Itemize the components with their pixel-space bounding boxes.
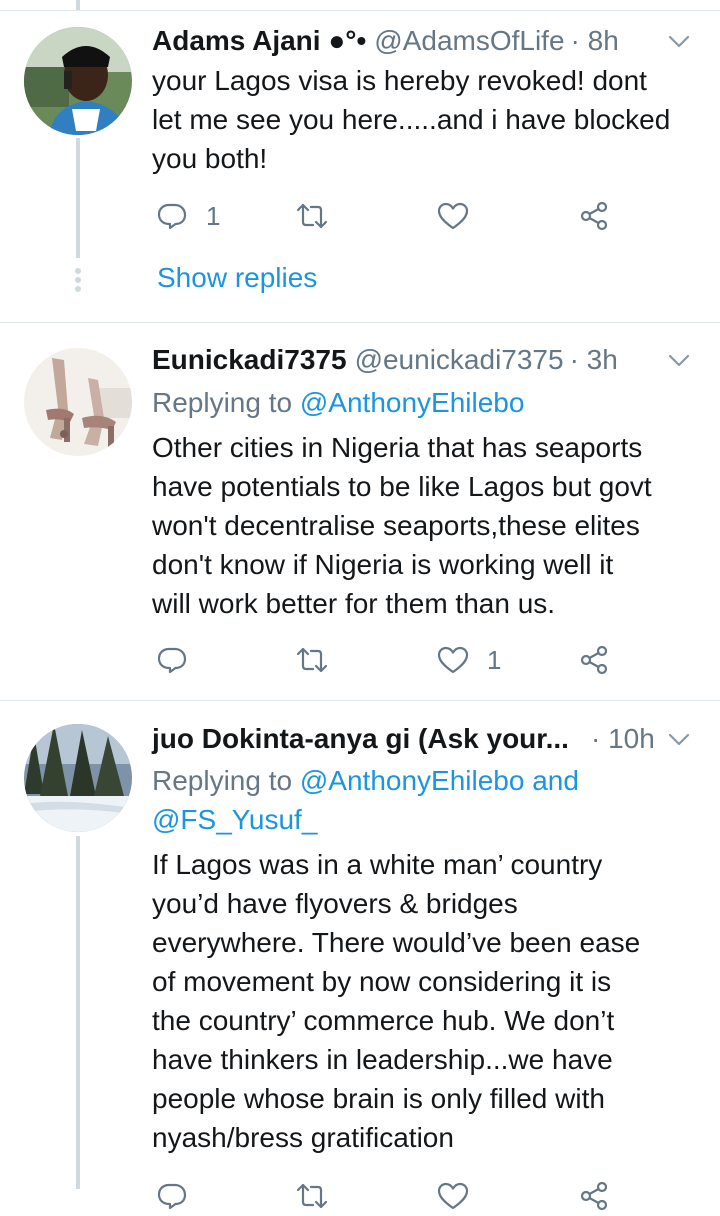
tweet-text: If Lagos was in a white man’ country you… — [152, 845, 692, 1157]
tweet-text-line: the country’ commerce hub. We don’t — [152, 1005, 615, 1036]
timestamp: · 8h — [570, 25, 619, 56]
tweet-text-line: you both! — [152, 143, 268, 174]
share-icon — [580, 1181, 608, 1211]
user-handle[interactable]: @AdamsOfLife — [374, 25, 564, 57]
tweet-actions: 1 — [152, 196, 632, 236]
like-icon — [437, 1182, 469, 1210]
reply-button[interactable] — [156, 640, 206, 680]
tweet-text-line: will work better for them than us. — [152, 588, 556, 619]
retweet-icon — [296, 647, 328, 673]
reply-icon — [157, 203, 187, 230]
reply-button[interactable] — [156, 1176, 188, 1216]
divider — [0, 322, 720, 323]
tweet-text-line: your Lagos visa is hereby revoked! dont — [152, 65, 647, 96]
tweet-text-line: people whose brain is only filled with — [152, 1083, 605, 1114]
mention-link[interactable]: @AnthonyEhilebo — [300, 387, 525, 418]
retweet-button[interactable] — [296, 640, 346, 680]
tweet-text-line: If Lagos was in a white man’ country — [152, 849, 603, 880]
thread-line — [76, 836, 80, 1189]
show-replies-link[interactable]: Show replies — [157, 262, 317, 294]
like-icon — [437, 646, 469, 674]
chevron-down-icon[interactable] — [666, 28, 692, 54]
share-icon — [580, 201, 608, 231]
like-button[interactable]: 1 — [437, 640, 501, 680]
tweet-text-line: nyash/bress gratification — [152, 1122, 454, 1153]
share-icon — [580, 645, 608, 675]
like-count: 1 — [487, 644, 502, 675]
tweet-actions — [152, 1176, 632, 1216]
timestamp: · 10h — [590, 723, 655, 754]
like-button[interactable] — [437, 1176, 469, 1216]
mention-link[interactable]: @AnthonyEhilebo and — [300, 765, 579, 796]
tweet-text-line: of movement by now considering it is — [152, 966, 612, 997]
divider — [0, 700, 720, 701]
tweet-text-line: everywhere. There would’ve been ease — [152, 927, 641, 958]
tweet-header: Eunickadi7375 @eunickadi7375 · 3h — [152, 340, 700, 380]
display-name[interactable]: Adams Ajani ●°• — [152, 25, 366, 57]
replying-to: Replying to @AnthonyEhilebo — [152, 383, 700, 422]
tweet-text: Other cities in Nigeria that has seaport… — [152, 428, 692, 623]
tweet-text-line: have potentials to be like Lagos but gov… — [152, 471, 652, 502]
share-button[interactable] — [578, 196, 610, 236]
thread-line — [76, 138, 80, 258]
tweet-text-line: don't know if Nigeria is working well it — [152, 549, 614, 580]
retweet-icon — [296, 203, 328, 229]
user-handle[interactable]: @eunickadi7375 — [355, 344, 564, 376]
display-name[interactable]: Eunickadi7375 — [152, 344, 347, 376]
reply-button[interactable]: 1 — [156, 196, 220, 236]
tweet-text-line: let me see you here.....and i have block… — [152, 104, 671, 135]
tweet-header: juo Dokinta-anya gi (Ask your... · 10h — [152, 719, 700, 759]
like-button[interactable] — [437, 196, 487, 236]
thread-line — [76, 0, 80, 10]
retweet-button[interactable] — [296, 1176, 328, 1216]
mention-link[interactable]: @FS_Yusuf_ — [152, 800, 700, 839]
retweet-icon — [296, 1183, 328, 1209]
chevron-down-icon[interactable] — [666, 726, 692, 752]
reply-icon — [157, 1183, 187, 1210]
tweet-text-line: you’d have flyovers & bridges — [152, 888, 518, 919]
like-icon — [437, 202, 469, 230]
reply-count: 1 — [206, 200, 221, 231]
avatar[interactable] — [24, 27, 132, 135]
replying-to: Replying to @AnthonyEhilebo and @FS_Yusu… — [152, 761, 700, 839]
timestamp: · 3h — [569, 344, 618, 375]
share-button[interactable] — [578, 640, 610, 680]
replying-to-prefix: Replying to — [152, 765, 293, 796]
avatar[interactable] — [24, 348, 132, 456]
tweet-text-line: won't decentralise seaports,these elites — [152, 510, 640, 541]
display-name[interactable]: juo Dokinta-anya gi (Ask your... — [152, 723, 569, 755]
more-replies-dots-icon — [72, 265, 84, 295]
tweet-actions: 1 — [152, 640, 632, 680]
replying-to-prefix: Replying to — [152, 387, 293, 418]
tweet-text: your Lagos visa is hereby revoked! dont … — [152, 61, 692, 178]
avatar[interactable] — [24, 724, 132, 832]
chevron-down-icon[interactable] — [666, 347, 692, 373]
reply-icon — [157, 647, 187, 674]
divider-top — [0, 10, 720, 11]
share-button[interactable] — [578, 1176, 610, 1216]
tweet-text-line: Other cities in Nigeria that has seaport… — [152, 432, 643, 463]
retweet-button[interactable] — [296, 196, 346, 236]
tweet-text-line: have thinkers in leadership...we have — [152, 1044, 613, 1075]
tweet-header: Adams Ajani ●°• @AdamsOfLife · 8h — [152, 21, 700, 61]
